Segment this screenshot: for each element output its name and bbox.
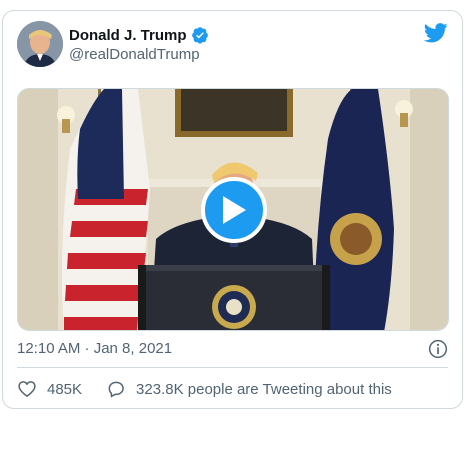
- verified-badge-icon: [191, 26, 209, 44]
- author-handle[interactable]: @realDonaldTrump: [69, 46, 200, 63]
- conversation-button[interactable]: 323.8K people are Tweeting about this: [106, 379, 392, 399]
- reply-icon: [108, 381, 124, 398]
- tweet-timestamp[interactable]: 12:10 AM · Jan 8, 2021: [17, 340, 172, 357]
- heart-icon: [18, 381, 36, 397]
- author-name-row[interactable]: Donald J. Trump: [69, 26, 209, 44]
- like-count: 485K: [47, 380, 83, 398]
- avatar-image: [17, 21, 63, 67]
- info-icon[interactable]: [428, 339, 448, 359]
- conversation-text: 323.8K people are Tweeting about this: [136, 380, 392, 398]
- tweet-card: Donald J. Trump @realDonaldTrump 12:10 A…: [2, 10, 463, 409]
- divider: [17, 367, 448, 368]
- display-name[interactable]: Donald J. Trump: [69, 27, 187, 44]
- tweet-actions: 485K 323.8K people are Tweeting about th…: [17, 379, 392, 399]
- video-player[interactable]: [17, 88, 449, 331]
- like-button[interactable]: 485K: [17, 379, 82, 399]
- avatar[interactable]: [17, 21, 63, 67]
- twitter-bird-icon[interactable]: [424, 23, 448, 43]
- play-icon: [223, 196, 246, 224]
- play-button[interactable]: [201, 177, 267, 243]
